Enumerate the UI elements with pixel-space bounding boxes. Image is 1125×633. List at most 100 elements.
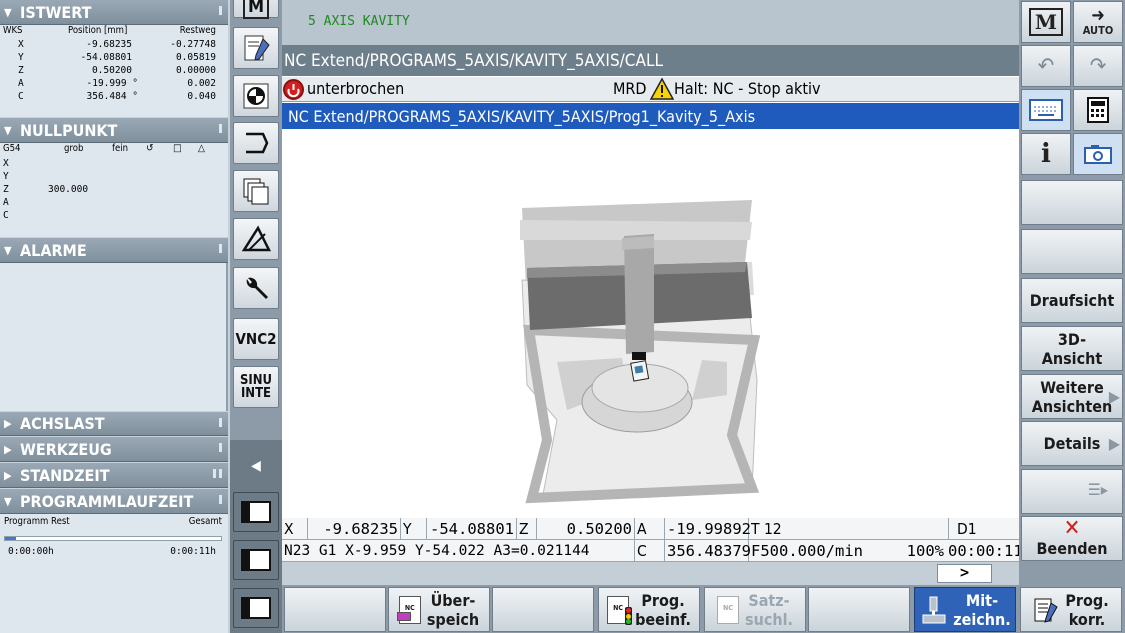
mitzeichn-label-1: Mit- [965, 590, 999, 610]
3d-ansicht-button[interactable]: 3D- Ansicht [1021, 326, 1123, 371]
details-button[interactable]: Details ▶ [1021, 421, 1123, 466]
prog-beeinf-button[interactable]: NC Prog. beeinf. [598, 587, 700, 632]
programmlaufzeit-panel: Programm Rest Gesamt 0:00:00h 0:00:11h [0, 514, 228, 633]
x-label: X [282, 518, 308, 540]
satz-suchl-label-2: suchl. [745, 609, 793, 629]
redo-icon: ↷ [1089, 53, 1107, 79]
satz-suchl-button[interactable]: NC Satz- suchl. [704, 587, 806, 632]
undo-button[interactable]: ↶ [1021, 45, 1071, 87]
sinumerik-integrate-button[interactable]: SINU INTE [233, 366, 279, 408]
ueberspeich-label-1: Über- [430, 590, 476, 610]
softkey-empty-1[interactable] [1021, 180, 1123, 225]
prog-beeinf-label-1: Prog. [641, 590, 685, 610]
stop-icon [283, 79, 304, 100]
nullpunkt-header[interactable]: ▼ NULLPUNKT [0, 118, 228, 143]
back-button[interactable]: ◀ [233, 446, 279, 486]
program-manager-button[interactable] [233, 170, 279, 212]
beenden-button[interactable]: ✕ Beenden [1021, 516, 1123, 561]
programmlaufzeit-header[interactable]: ▼ PROGRAMMLAUFZEIT [0, 489, 228, 514]
nullpunkt-title: NULLPUNKT [20, 120, 118, 140]
softkey-empty-2[interactable] [1021, 229, 1123, 274]
gesamt-label: Gesamt [188, 516, 222, 527]
tool-icon [632, 352, 646, 360]
softkey-bottom-empty-2[interactable] [492, 587, 594, 632]
grip-icon [219, 495, 222, 504]
setup-button[interactable] [233, 267, 279, 309]
exit-arrow-icon: ➜ [1091, 5, 1105, 26]
auto-button[interactable]: ➜ AUTO [1073, 1, 1123, 43]
undo-icon: ↶ [1037, 53, 1055, 79]
progress-bar [4, 536, 222, 541]
left-panel: ▼ ISTWERT WKS Position [mm] Restweg X -9… [0, 0, 230, 633]
simulation-view[interactable] [282, 130, 1019, 518]
expand-icon: ▶ [4, 417, 12, 430]
istwert-table: WKS Position [mm] Restweg X -9.68235 -0.… [0, 25, 228, 117]
mitzeichn-button[interactable]: Mit- zeichn. [914, 587, 1016, 632]
weitere-ansichten-button[interactable]: Weitere Ansichten ▶ [1021, 374, 1123, 419]
axis-label: X [3, 158, 9, 169]
keyboard-button[interactable] [1021, 89, 1071, 131]
close-icon: ✕ [1063, 516, 1081, 541]
grip-icon [219, 6, 222, 15]
chevron-right-icon: ▶ [1108, 434, 1120, 453]
alarme-header[interactable]: ▼ ALARME [0, 238, 228, 263]
redo-button[interactable]: ↷ [1073, 45, 1123, 87]
achslast-header[interactable]: ▶ ACHSLAST [0, 412, 228, 436]
istwert-header[interactable]: ▼ ISTWERT [0, 0, 228, 25]
3d-ansicht-label-1: 3D- [1057, 329, 1087, 349]
spindle-head [624, 234, 654, 354]
parameter-button[interactable] [233, 122, 279, 164]
offset-value: 300.000 [48, 184, 89, 195]
feed-override: 100% [906, 542, 944, 560]
runtime: 00:00:11 [948, 542, 1023, 560]
window-layout-button-2[interactable] [233, 540, 279, 580]
weitere-ansichten-label-1: Weitere [1040, 377, 1104, 397]
calculator-button[interactable] [1073, 89, 1123, 131]
c-value: 356.48379 [667, 540, 751, 562]
tool-number: T 12 [749, 518, 949, 540]
draufsicht-button[interactable]: Draufsicht [1021, 278, 1123, 323]
screenshot-button[interactable] [1073, 133, 1123, 175]
tool-offset: D1 [957, 520, 977, 538]
more-softkeys-button[interactable]: ☰▸ [1021, 469, 1123, 514]
camera-icon [1084, 145, 1112, 164]
y-value: -54.08801 [427, 518, 517, 540]
expand-icon: ▶ [4, 468, 12, 482]
ueberspeich-button[interactable]: NC Über- speich [388, 587, 490, 632]
restweg-value: 0.05819 [175, 52, 216, 63]
programm-rest-value: 0:00:00h [8, 546, 54, 557]
program-edit-button[interactable] [233, 27, 279, 69]
satz-suchl-label-1: Satz- [748, 590, 790, 610]
machine-button[interactable]: M [233, 0, 279, 19]
table-row: X -9.68235 -0.27748 [0, 39, 228, 52]
column-header: WKS [3, 25, 23, 36]
info-button[interactable]: i [1021, 133, 1071, 175]
alarm-list [0, 263, 228, 411]
werkzeug-header[interactable]: ▶ WERKZEUG [0, 437, 228, 462]
offset-button[interactable] [233, 75, 279, 117]
next-page-button[interactable]: > [937, 564, 992, 583]
gesamt-value: 0:00:11h [170, 546, 216, 557]
table-row: Z 300.000 [0, 184, 228, 197]
program-path: NC Extend/PROGRAMS_5AXIS/KAVITY_5AXIS/CA… [284, 50, 663, 71]
grip-icon [213, 469, 222, 478]
program-path-bar: NC Extend/PROGRAMS_5AXIS/KAVITY_5AXIS/Pr… [282, 103, 1019, 129]
window-layout-button-3[interactable] [233, 588, 279, 628]
vnc-button[interactable]: VNC2 [233, 318, 279, 360]
laufzeit-values: 0:00:00h 0:00:11h [0, 546, 228, 559]
standzeit-header[interactable]: ▶ STANDZEIT [0, 463, 228, 488]
axis-label: C [18, 91, 24, 102]
prog-korr-button[interactable]: Prog. korr. [1020, 587, 1122, 632]
bottom-softkey-bar: NC Über- speich NC Prog. beeinf. NC Satz… [282, 585, 1125, 633]
softkey-bottom-empty-1[interactable] [284, 587, 386, 632]
workpiece-cavity [634, 365, 644, 374]
c-label: C [635, 540, 665, 562]
expand-icon: ▶ [4, 442, 12, 456]
softkey-bottom-empty-3[interactable] [808, 587, 910, 632]
window-layout-button-1[interactable] [233, 492, 279, 532]
prog-beeinf-label-2: beeinf. [635, 609, 691, 629]
machine-area-button[interactable]: M [1021, 1, 1071, 43]
machine-label: M [242, 0, 270, 19]
achslast-title: ACHSLAST [20, 414, 105, 433]
diagnosis-button[interactable] [233, 218, 279, 260]
